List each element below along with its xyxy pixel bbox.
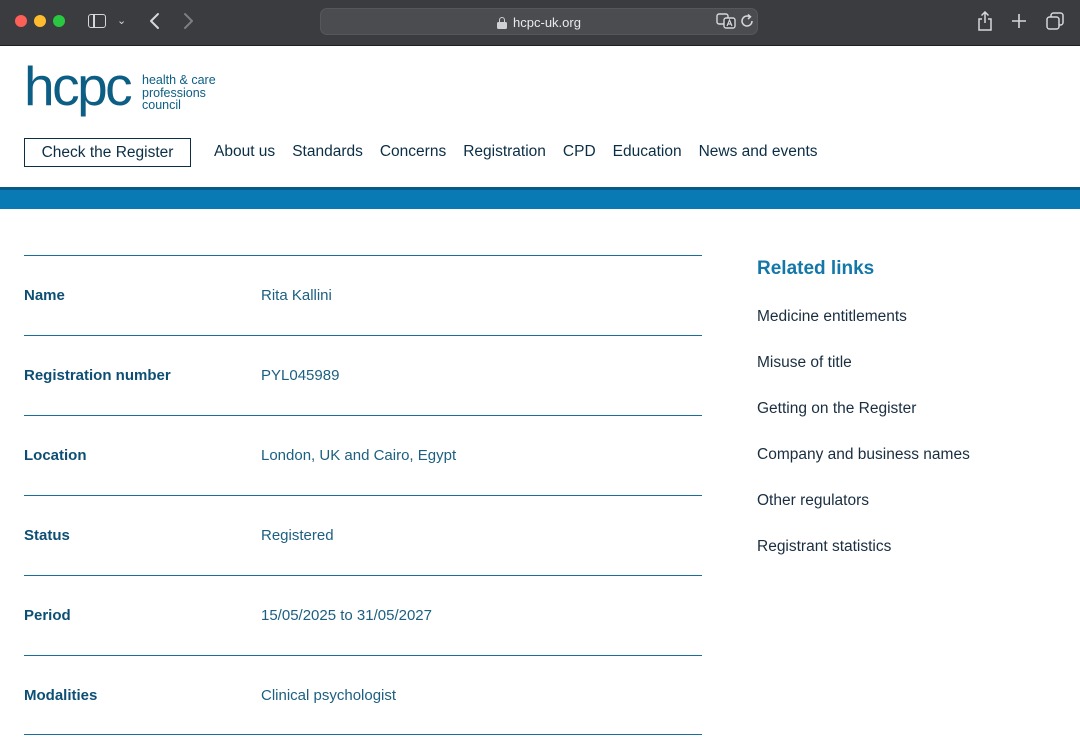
nav-registration[interactable]: Registration bbox=[463, 143, 546, 161]
related-link-misuse-of-title[interactable]: Misuse of title bbox=[757, 353, 1057, 373]
nav-about-us[interactable]: About us bbox=[214, 143, 275, 161]
detail-row-modalities: Modalities Clinical psychologist bbox=[24, 655, 702, 735]
detail-label: Period bbox=[24, 607, 71, 624]
sidebar-toggle-icon[interactable] bbox=[88, 11, 108, 31]
close-window-button[interactable] bbox=[15, 15, 27, 27]
related-link-medicine-entitlements[interactable]: Medicine entitlements bbox=[757, 307, 1057, 327]
main-nav: About us Standards Concerns Registration… bbox=[214, 143, 818, 161]
detail-value: Registered bbox=[261, 527, 334, 544]
tab-overview-icon[interactable] bbox=[1046, 11, 1064, 31]
new-tab-icon[interactable] bbox=[1011, 11, 1027, 31]
lock-icon bbox=[497, 16, 508, 29]
browser-toolbar: ⌄ hcpc-uk.org bbox=[0, 0, 1080, 46]
nav-cpd[interactable]: CPD bbox=[563, 143, 596, 161]
nav-news-and-events[interactable]: News and events bbox=[699, 143, 818, 161]
detail-value: PYL045989 bbox=[261, 367, 340, 384]
logo-subtitle: health & care professions council bbox=[142, 73, 216, 112]
forward-arrow-icon[interactable] bbox=[181, 11, 195, 31]
detail-row-period: Period 15/05/2025 to 31/05/2027 bbox=[24, 575, 702, 655]
detail-value: 15/05/2025 to 31/05/2027 bbox=[261, 607, 432, 624]
back-arrow-icon[interactable] bbox=[148, 11, 162, 31]
url-text: hcpc-uk.org bbox=[513, 15, 581, 30]
detail-label: Status bbox=[24, 527, 70, 544]
related-link-getting-on-the-register[interactable]: Getting on the Register bbox=[757, 399, 1057, 419]
registrant-details: Name Rita Kallini Registration number PY… bbox=[24, 255, 702, 735]
detail-label: Name bbox=[24, 287, 65, 304]
detail-row-name: Name Rita Kallini bbox=[24, 255, 702, 335]
reload-icon[interactable] bbox=[740, 13, 754, 28]
chevron-down-icon[interactable]: ⌄ bbox=[117, 11, 129, 31]
related-links-heading: Related links bbox=[757, 258, 875, 279]
detail-label: Registration number bbox=[24, 367, 171, 384]
related-links: Related links Medicine entitlements Misu… bbox=[757, 258, 1057, 583]
nav-concerns[interactable]: Concerns bbox=[380, 143, 446, 161]
check-the-register-button[interactable]: Check the Register bbox=[24, 138, 191, 167]
related-link-registrant-statistics[interactable]: Registrant statistics bbox=[757, 537, 1057, 557]
header-band bbox=[0, 187, 1080, 209]
detail-row-location: Location London, UK and Cairo, Egypt bbox=[24, 415, 702, 495]
detail-row-status: Status Registered bbox=[24, 495, 702, 575]
detail-value: Clinical psychologist bbox=[261, 687, 397, 704]
minimize-window-button[interactable] bbox=[34, 15, 46, 27]
hcpc-logo[interactable]: hcpc health & care professions council bbox=[24, 56, 234, 122]
zoom-window-button[interactable] bbox=[53, 15, 65, 27]
nav-education[interactable]: Education bbox=[613, 143, 682, 161]
nav-standards[interactable]: Standards bbox=[292, 143, 363, 161]
detail-row-registration-number: Registration number PYL045989 bbox=[24, 335, 702, 415]
address-bar[interactable]: hcpc-uk.org bbox=[320, 8, 758, 35]
logo-mark: hcpc bbox=[24, 55, 133, 117]
detail-label: Location bbox=[24, 447, 87, 464]
share-icon[interactable] bbox=[977, 10, 993, 31]
related-link-company-and-business-names[interactable]: Company and business names bbox=[757, 445, 1057, 465]
related-link-other-regulators[interactable]: Other regulators bbox=[757, 491, 1057, 511]
detail-label: Modalities bbox=[24, 687, 98, 704]
translate-icon[interactable] bbox=[716, 13, 736, 29]
detail-value: Rita Kallini bbox=[261, 287, 332, 304]
detail-value: London, UK and Cairo, Egypt bbox=[261, 447, 457, 464]
